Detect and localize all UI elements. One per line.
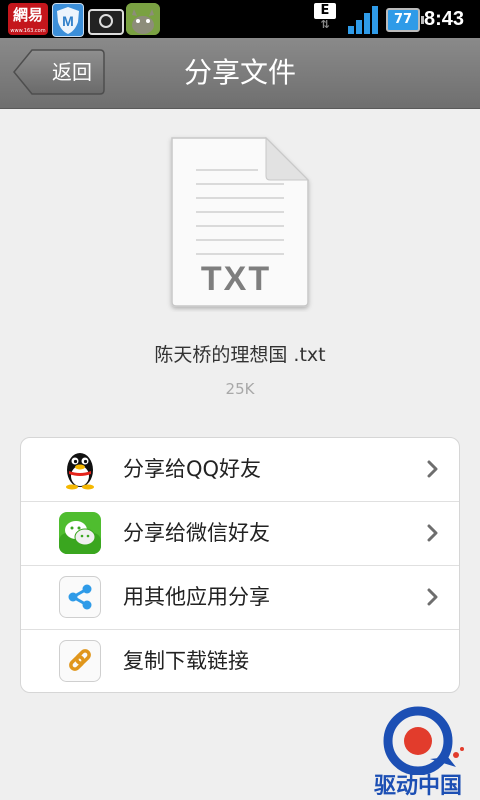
status-bar: 網易 www.163.com M E ⇅ 77 8:43 [0, 0, 480, 38]
link-icon [59, 640, 101, 682]
title-bar: 分享文件 返回 [0, 38, 480, 109]
security-shield-icon: M [52, 3, 84, 37]
netease-app-icon: 網易 www.163.com [8, 3, 48, 35]
share-wechat-item[interactable]: 分享给微信好友 [21, 502, 459, 566]
chevron-right-icon [427, 524, 439, 542]
totoro-app-icon [126, 3, 160, 35]
qq-penguin-icon [59, 448, 101, 490]
svg-text:M: M [62, 13, 74, 29]
file-size: 25K [225, 380, 255, 398]
camera-icon [88, 9, 124, 35]
copy-download-link-item[interactable]: 复制下载链接 [21, 630, 459, 693]
status-time: 8:43 [424, 8, 465, 30]
network-type-label: E [314, 3, 336, 19]
txt-file-icon: TXT [166, 134, 314, 312]
watermark-text: 驱动中国 [373, 774, 462, 799]
back-button[interactable]: 返回 [12, 48, 106, 96]
netease-sub: www.163.com [10, 28, 46, 34]
share-qq-label: 分享给QQ好友 [123, 457, 262, 481]
battery-level: 77 [393, 12, 413, 27]
wechat-icon [59, 512, 101, 554]
netease-label: 網易 [12, 6, 43, 24]
share-icon [59, 576, 101, 618]
file-name: 陈天桥的理想国 .txt [154, 344, 326, 366]
chevron-right-icon [427, 460, 439, 478]
share-options-list: 分享给QQ好友 分享给微信好友 用其他应用分享 复制下载链接 [20, 437, 460, 693]
battery-icon: 77 [386, 8, 424, 32]
copy-download-link-label: 复制下载链接 [123, 649, 249, 673]
back-label: 返回 [52, 60, 92, 84]
chevron-right-icon [427, 588, 439, 606]
network-type-indicator: E ⇅ [314, 3, 336, 35]
share-wechat-label: 分享给微信好友 [123, 521, 270, 545]
share-qq-item[interactable]: 分享给QQ好友 [21, 438, 459, 502]
signal-strength-icon [346, 6, 380, 34]
share-other-apps-item[interactable]: 用其他应用分享 [21, 566, 459, 630]
share-other-apps-label: 用其他应用分享 [123, 585, 270, 609]
file-type-label: TXT [200, 260, 272, 298]
